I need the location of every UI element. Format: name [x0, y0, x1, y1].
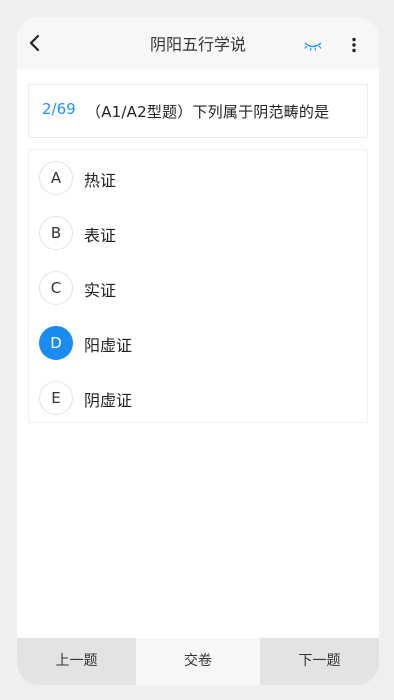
header-bar: 阴阳五行学说: [17, 17, 379, 69]
option-text: 阳虚证: [84, 336, 133, 355]
back-button[interactable]: [23, 31, 45, 55]
option-text: 阴虚证: [84, 391, 133, 410]
question-text: （A1/A2型题）下列属于阴范畴的是: [86, 103, 330, 121]
option-text: 实证: [84, 281, 117, 300]
option-letter: A: [39, 161, 73, 195]
option-letter: C: [39, 271, 73, 305]
option-b[interactable]: B 表证: [29, 205, 367, 259]
question-number: 2/69: [42, 100, 76, 118]
option-c[interactable]: C 实证: [29, 260, 367, 314]
closed-eye-icon: [304, 42, 322, 51]
question-card: 2/69 （A1/A2型题）下列属于阴范畴的是: [28, 84, 368, 138]
prev-question-button[interactable]: 上一题: [17, 638, 136, 685]
chevron-left-icon: [29, 34, 40, 52]
more-button[interactable]: [344, 33, 364, 57]
option-letter: D: [39, 326, 73, 360]
options-list: A 热证 B 表证 C 实证 D 阳虚证 E 阴虚证: [28, 149, 368, 423]
option-d[interactable]: D 阳虚证: [29, 315, 367, 369]
hide-answer-button[interactable]: [301, 35, 325, 55]
option-letter: B: [39, 216, 73, 250]
app-screen: 阴阳五行学说 2/69 （A1/A2型题）下列属于阴范畴的是 A 热证 B 表证…: [17, 17, 379, 685]
more-vertical-icon: [352, 37, 356, 53]
option-letter: E: [39, 381, 73, 415]
option-text: 表证: [84, 226, 117, 245]
option-a[interactable]: A 热证: [29, 150, 367, 204]
submit-exam-button[interactable]: 交卷: [136, 638, 260, 685]
bottom-bar: 上一题 交卷 下一题: [17, 638, 379, 685]
option-text: 热证: [84, 171, 117, 190]
next-question-button[interactable]: 下一题: [260, 638, 379, 685]
option-e[interactable]: E 阴虚证: [29, 370, 367, 424]
